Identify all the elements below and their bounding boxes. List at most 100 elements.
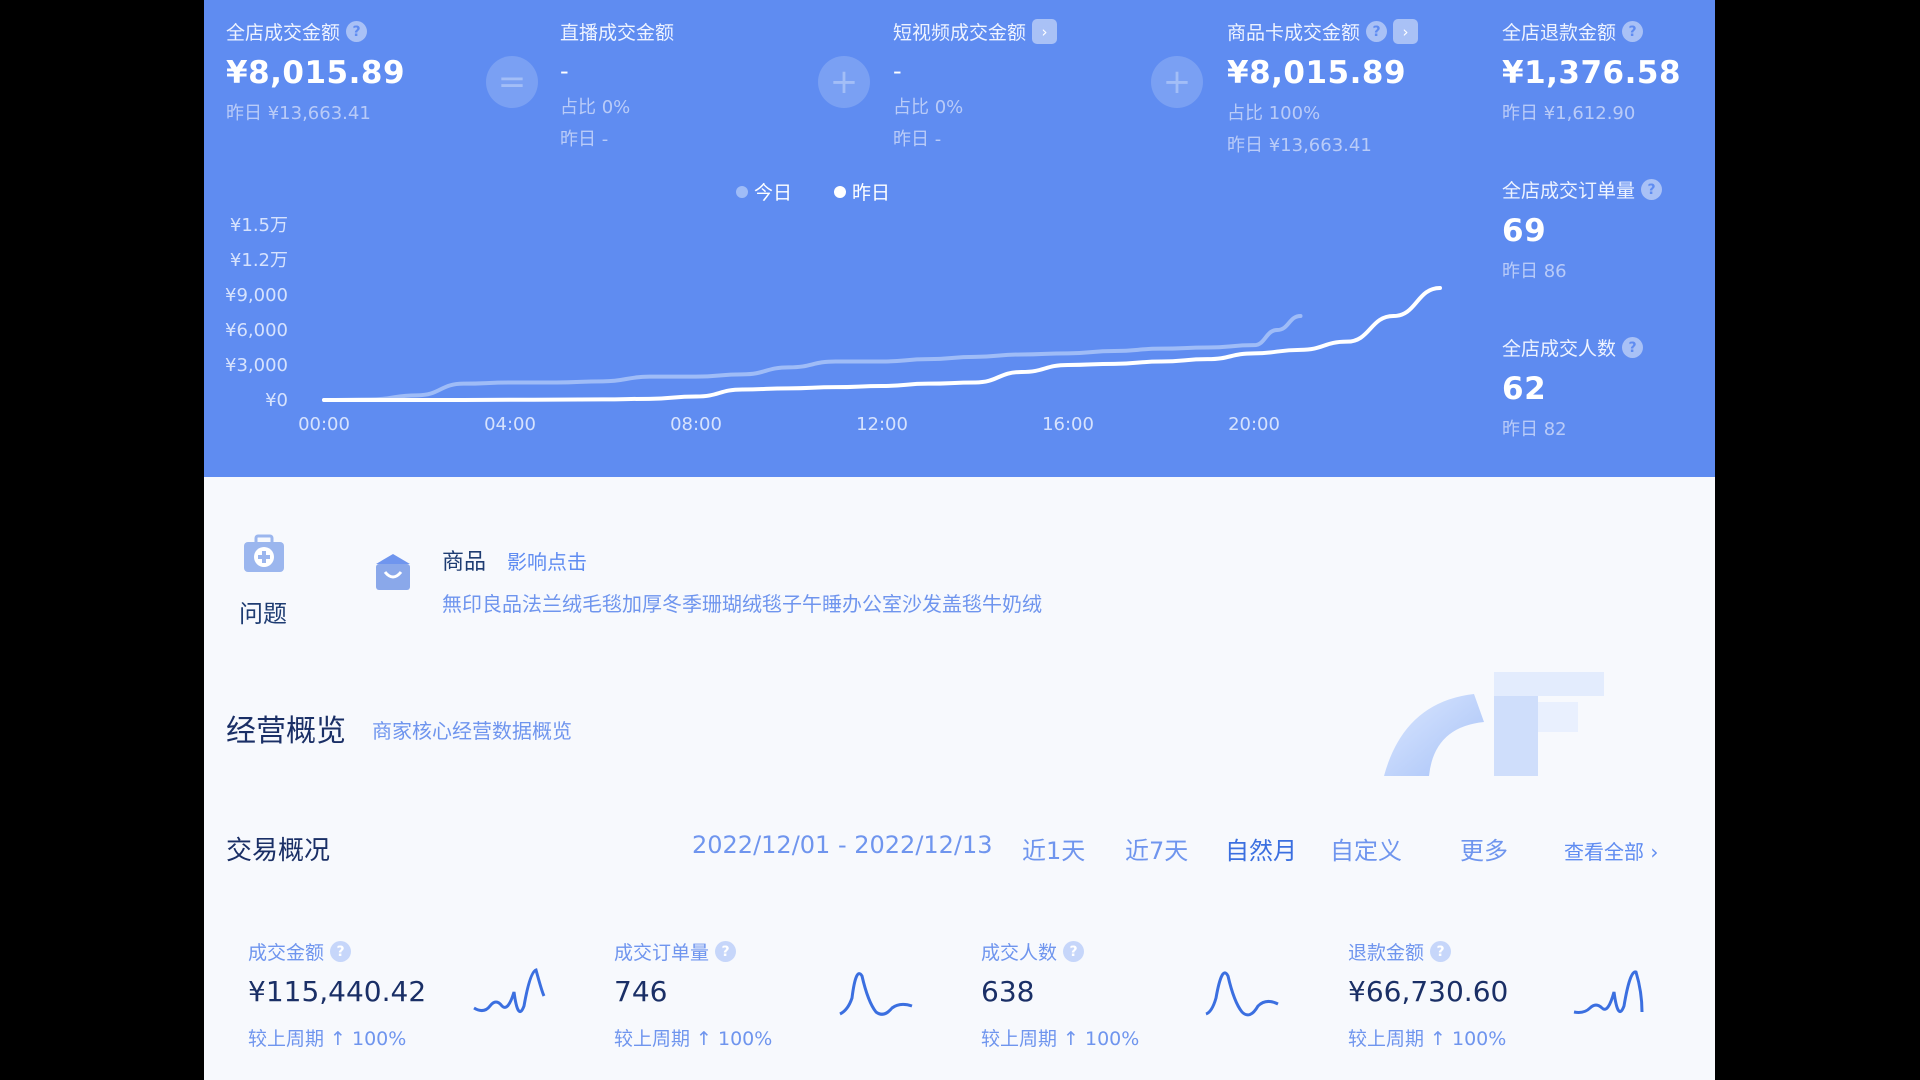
help-icon[interactable]: ? (346, 21, 368, 42)
metric-label: 商品卡成交金额 (1227, 22, 1361, 44)
dashboard-frame: 全店成交金额? ¥8,015.89 昨日 ¥13,663.41 = 直播成交金额… (204, 0, 1715, 1080)
card-compare: 较上周期 ↑ 100% (248, 1028, 407, 1050)
metric-total-gmv: 全店成交金额? ¥8,015.89 昨日 ¥13,663.41 (226, 18, 405, 125)
y-tick-label: ¥1.2万 (230, 250, 288, 271)
metric-label: 全店成交人数 (1502, 338, 1617, 360)
metric-label: 全店成交金额 (226, 22, 341, 44)
help-icon[interactable]: ? (1366, 21, 1388, 42)
plus-icon: + (1151, 56, 1203, 108)
metric-refund: 全店退款金额? ¥1,376.58 昨日 ¥1,612.90 (1502, 18, 1681, 125)
view-all-link[interactable]: 查看全部 › (1564, 836, 1658, 865)
period-1-day[interactable]: 近1天 (1022, 831, 1085, 866)
legend-dot (736, 185, 748, 198)
metric-order-count: 全店成交订单量? 69 昨日 86 (1502, 176, 1663, 283)
product-name-link[interactable]: 無印良品法兰绒毛毯加厚冬季珊瑚绒毯子午睡办公室沙发盖毯牛奶绒 (442, 588, 1042, 617)
equals-icon: = (486, 56, 538, 108)
card-label: 退款金额 (1348, 942, 1425, 964)
overview-subtitle: 商家核心经营数据概览 (372, 719, 572, 743)
metric-yesterday: 昨日 - (560, 129, 609, 150)
card-orders[interactable]: 成交订单量? 746 较上周期 ↑ 100% (614, 938, 974, 1051)
period-7-days[interactable]: 近7天 (1125, 831, 1188, 866)
metric-yesterday: 昨日 - (893, 129, 942, 150)
help-icon[interactable]: ? (1622, 21, 1644, 42)
x-tick-label: 08:00 (670, 414, 722, 435)
chevron-right-icon[interactable]: › (1393, 19, 1419, 44)
trade-title: 交易概况 (226, 836, 331, 866)
metric-product-card-gmv: 商品卡成交金额? › ¥8,015.89 占比 100% 昨日 ¥13,663.4… (1227, 18, 1419, 157)
decorative-illustration (1384, 672, 1604, 776)
legend-dot (834, 185, 847, 198)
metric-value: ¥8,015.89 (226, 55, 406, 91)
sparkline-orders (839, 972, 913, 1016)
metric-share: 占比 0% (893, 97, 964, 118)
chevron-right-icon[interactable]: › (1032, 19, 1058, 44)
card-value: 746 (614, 975, 668, 1008)
metric-label: 全店成交订单量 (1502, 180, 1636, 202)
medical-kit-icon (244, 534, 284, 572)
metric-yesterday: 昨日 82 (1502, 419, 1567, 440)
help-icon[interactable]: ? (330, 941, 352, 962)
y-tick-label: ¥1.5万 (230, 215, 288, 236)
metric-value: - (560, 57, 570, 85)
metric-video-gmv: 短视频成交金额 › - 占比 0% 昨日 - (893, 18, 1058, 151)
metric-yesterday: 昨日 ¥13,663.41 (1227, 135, 1372, 156)
overview-title: 经营概览 (226, 714, 346, 749)
help-icon[interactable]: ? (1641, 179, 1663, 200)
metric-value: ¥8,015.89 (1227, 55, 1407, 91)
y-tick-label: ¥6,000 (225, 320, 288, 341)
sparkline-gmv (473, 968, 546, 1014)
help-icon[interactable]: ? (715, 941, 737, 962)
product-title: 商品 (442, 550, 487, 575)
x-tick-label: 20:00 (1228, 414, 1280, 435)
card-label: 成交人数 (981, 942, 1058, 964)
x-tick-label: 00:00 (298, 414, 350, 435)
impact-click-link[interactable]: 影响点击 (507, 546, 587, 575)
plus-icon: + (818, 56, 870, 108)
y-tick-label: ¥3,000 (225, 355, 288, 376)
issue-tag: 问题 (239, 600, 287, 628)
x-tick-label: 16:00 (1042, 414, 1094, 435)
shop-bag-icon (376, 554, 410, 590)
realtime-panel: 全店成交金额? ¥8,015.89 昨日 ¥13,663.41 = 直播成交金额… (204, 0, 1715, 477)
help-icon[interactable]: ? (1622, 337, 1644, 358)
metric-live-gmv: 直播成交金额 - 占比 0% 昨日 - (560, 18, 674, 151)
y-tick-label: ¥9,000 (225, 285, 288, 306)
metric-value: - (893, 57, 903, 85)
card-value: 638 (981, 975, 1035, 1008)
help-icon[interactable]: ? (1063, 941, 1085, 962)
metric-value: 69 (1502, 213, 1547, 249)
help-icon[interactable]: ? (1430, 941, 1452, 962)
date-range-picker[interactable]: 2022/12/01 - 2022/12/13 (692, 831, 993, 859)
metric-yesterday: 昨日 ¥13,663.41 (226, 103, 371, 124)
card-compare: 较上周期 ↑ 100% (1348, 1028, 1507, 1050)
period-custom[interactable]: 自定义 (1330, 831, 1402, 866)
card-label: 成交订单量 (614, 942, 710, 964)
metric-value: ¥1,376.58 (1502, 55, 1682, 91)
metric-share: 占比 0% (560, 97, 631, 118)
sparkline-buyers (1205, 971, 1279, 1017)
metric-buyer-count: 全店成交人数? 62 昨日 82 (1502, 334, 1644, 441)
period-more[interactable]: 更多 (1460, 831, 1508, 866)
metric-value: 62 (1502, 371, 1547, 407)
card-value: ¥115,440.42 (248, 975, 427, 1008)
metric-label: 短视频成交金额 (893, 22, 1027, 44)
metric-label: 直播成交金额 (560, 22, 675, 44)
card-refund[interactable]: 退款金额? ¥66,730.60 较上周期 ↑ 100% (1348, 938, 1708, 1051)
metric-yesterday: 昨日 86 (1502, 261, 1567, 282)
diagnosis-notice: 问题 商品 影响点击 無印良品法兰绒毛毯加厚冬季珊瑚绒毯子午睡办公室沙发盖毯牛奶… (204, 530, 1715, 640)
x-tick-label: 12:00 (856, 414, 908, 435)
card-compare: 较上周期 ↑ 100% (614, 1028, 773, 1050)
metric-label: 全店退款金额 (1502, 22, 1617, 44)
card-label: 成交金额 (248, 942, 325, 964)
card-value: ¥66,730.60 (1348, 975, 1509, 1008)
gmv-trend-chart: ¥1.5万 ¥1.2万 ¥9,000 ¥6,000 ¥3,000 ¥0 00:00 04:00… (225, 215, 1442, 435)
metric-share: 占比 100% (1227, 103, 1321, 124)
card-compare: 较上周期 ↑ 100% (981, 1028, 1140, 1050)
y-tick-label: ¥0 (265, 390, 288, 411)
card-gmv[interactable]: 成交金额? ¥115,440.42 较上周期 ↑ 100% (248, 938, 608, 1051)
period-natural-month[interactable]: 自然月 (1225, 831, 1297, 866)
x-tick-label: 04:00 (484, 414, 536, 435)
card-buyers[interactable]: 成交人数? 638 较上周期 ↑ 100% (981, 938, 1341, 1051)
metric-yesterday: 昨日 ¥1,612.90 (1502, 103, 1636, 124)
sparkline-refund (1573, 970, 1644, 1014)
